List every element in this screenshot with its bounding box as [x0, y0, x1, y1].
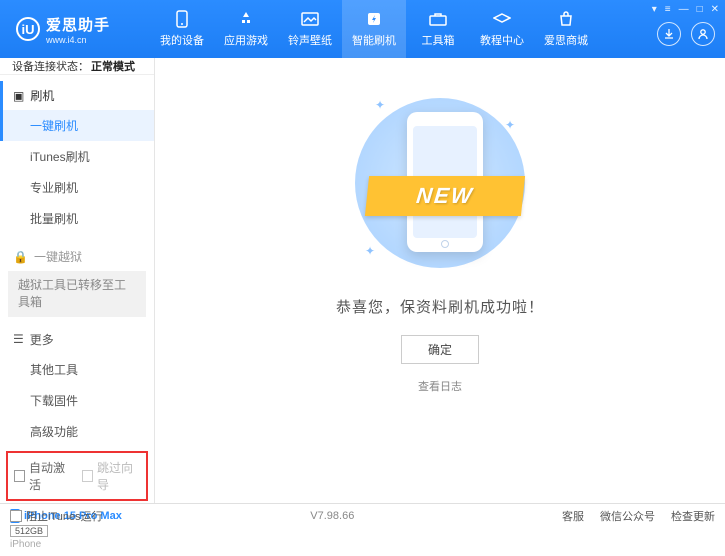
chk-block-itunes[interactable]: 阻止iTunes运行 — [10, 508, 103, 524]
footer-links: 客服 微信公众号 检查更新 — [562, 508, 715, 524]
footer-link-update[interactable]: 检查更新 — [671, 508, 715, 524]
sidebar-item-download-firmware[interactable]: 下载固件 — [0, 385, 154, 416]
checkbox-icon — [10, 510, 22, 522]
tutorial-icon — [492, 10, 512, 28]
nav-store[interactable]: 爱思商城 — [534, 0, 598, 58]
user-icon[interactable] — [691, 22, 715, 46]
footer-link-wechat[interactable]: 微信公众号 — [600, 508, 655, 524]
apps-icon — [236, 10, 256, 28]
menu-icon[interactable]: ≡ — [665, 4, 671, 15]
section-flash[interactable]: ▣ 刷机 — [0, 81, 154, 110]
sidebar-item-pro-flash[interactable]: 专业刷机 — [0, 172, 154, 203]
success-message: 恭喜您，保资料刷机成功啦！ — [336, 296, 544, 317]
content-area: 设备连接状态： 正常模式 ▣ 刷机 一键刷机 iTunes刷机 专业刷机 批量刷… — [0, 58, 725, 503]
nav-smart-flash[interactable]: 智能刷机 — [342, 0, 406, 58]
app-name: 爱思助手 — [46, 14, 110, 35]
logo-icon: iU — [16, 17, 40, 41]
chk-skip-guide: 跳过向导 — [82, 459, 140, 493]
view-log-link[interactable]: 查看日志 — [418, 378, 462, 394]
maximize-icon[interactable]: □ — [697, 4, 703, 15]
device-icon — [172, 10, 192, 28]
jailbreak-moved-note: 越狱工具已转移至工具箱 — [8, 271, 146, 317]
top-nav: 我的设备 应用游戏 铃声壁纸 智能刷机 工具箱 教程中心 爱思商城 — [150, 0, 598, 58]
section-more[interactable]: ☰ 更多 — [0, 325, 154, 354]
section-jailbreak: 🔒 一键越狱 — [0, 242, 154, 271]
app-url: www.i4.cn — [46, 35, 110, 45]
main-panel: ✦ ✦ ✦ NEW 恭喜您，保资料刷机成功啦！ 确定 查看日志 — [155, 58, 725, 503]
toolbox-icon — [428, 10, 448, 28]
new-ribbon: NEW — [365, 176, 525, 216]
sidebar-item-batch-flash[interactable]: 批量刷机 — [0, 203, 154, 234]
tshirt-icon[interactable]: ▾ — [652, 4, 657, 15]
more-icon: ☰ — [13, 332, 24, 346]
sidebar-item-other-tools[interactable]: 其他工具 — [0, 354, 154, 385]
store-icon — [556, 10, 576, 28]
sidebar-item-onekey-flash[interactable]: 一键刷机 — [0, 110, 154, 141]
close-icon[interactable]: ✕ — [711, 4, 719, 15]
logo-area: iU 爱思助手 www.i4.cn — [0, 14, 150, 45]
chk-auto-activate[interactable]: 自动激活 — [14, 459, 72, 493]
sidebar-item-itunes-flash[interactable]: iTunes刷机 — [0, 141, 154, 172]
storage-badge: 512GB — [10, 525, 48, 537]
nav-toolbox[interactable]: 工具箱 — [406, 0, 470, 58]
checkbox-icon — [82, 470, 93, 482]
nav-my-device[interactable]: 我的设备 — [150, 0, 214, 58]
activation-options: 自动激活 跳过向导 — [6, 451, 148, 501]
sidebar: 设备连接状态： 正常模式 ▣ 刷机 一键刷机 iTunes刷机 专业刷机 批量刷… — [0, 58, 155, 503]
header-actions — [657, 22, 715, 46]
download-icon[interactable] — [657, 22, 681, 46]
success-illustration: ✦ ✦ ✦ NEW — [345, 88, 535, 278]
lock-icon: 🔒 — [13, 250, 28, 264]
window-controls: ▾ ≡ — □ ✕ — [652, 4, 719, 15]
sidebar-item-advanced[interactable]: 高级功能 — [0, 416, 154, 447]
flash-section-icon: ▣ — [13, 89, 24, 103]
flash-icon — [364, 10, 384, 28]
device-type: iPhone — [10, 539, 144, 550]
minimize-icon[interactable]: — — [679, 4, 689, 15]
app-header: iU 爱思助手 www.i4.cn 我的设备 应用游戏 铃声壁纸 智能刷机 工具… — [0, 0, 725, 58]
footer-link-support[interactable]: 客服 — [562, 508, 584, 524]
checkbox-icon — [14, 470, 25, 482]
nav-apps[interactable]: 应用游戏 — [214, 0, 278, 58]
ok-button[interactable]: 确定 — [401, 335, 479, 364]
nav-ringtones[interactable]: 铃声壁纸 — [278, 0, 342, 58]
version-label: V7.98.66 — [310, 510, 354, 522]
connection-status: 设备连接状态： 正常模式 — [0, 58, 154, 75]
connection-mode: 正常模式 — [91, 58, 135, 74]
nav-tutorials[interactable]: 教程中心 — [470, 0, 534, 58]
wallpaper-icon — [300, 10, 320, 28]
